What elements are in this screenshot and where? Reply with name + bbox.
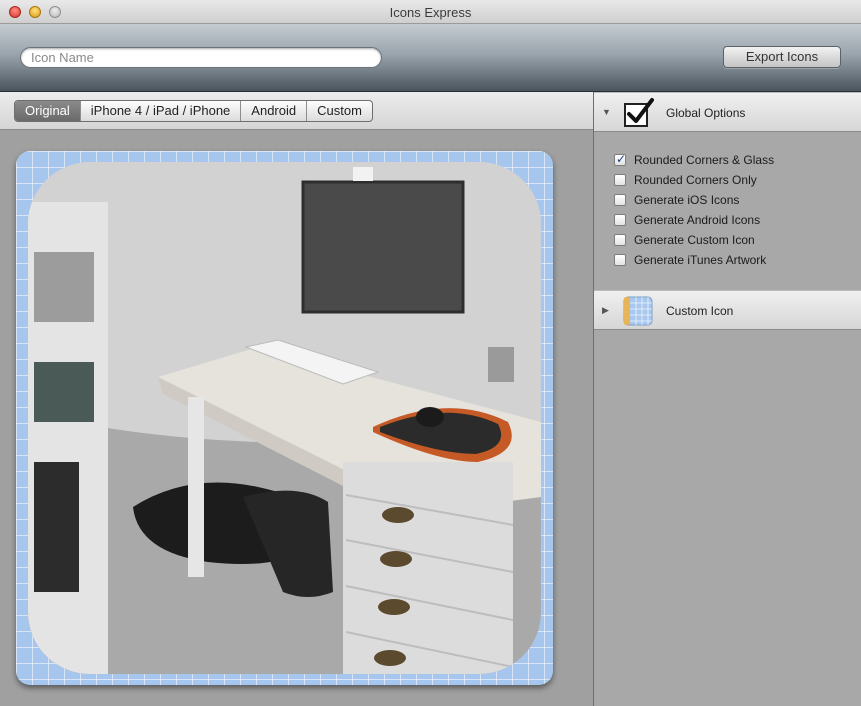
rounded-corners-glass-checkbox[interactable] <box>614 152 626 166</box>
options-pane: ▼ Global Options Rounded Corners & Glass… <box>594 92 861 706</box>
global-options-header[interactable]: ▼ Global Options <box>594 92 861 132</box>
option-label: Rounded Corners & Glass <box>634 153 775 167</box>
tab-original[interactable]: Original <box>15 101 81 121</box>
generate-android-icons-checkbox[interactable] <box>614 214 626 226</box>
generate-ios-icons-checkbox[interactable] <box>614 194 626 206</box>
size-segmented-control: Original iPhone 4 / iPad / iPhone Androi… <box>14 100 373 122</box>
toolbar: Export Icons <box>0 24 861 92</box>
option-generate-ios-icons[interactable]: Generate iOS Icons <box>594 190 861 210</box>
generate-itunes-artwork-checkbox[interactable] <box>614 254 626 266</box>
icon-preview-canvas[interactable] <box>16 151 553 685</box>
generate-custom-icon-checkbox[interactable] <box>614 234 626 246</box>
custom-icon-header[interactable]: ▶ Custom Icon <box>594 290 861 330</box>
tab-android[interactable]: Android <box>241 101 308 121</box>
tab-custom[interactable]: Custom <box>307 101 372 121</box>
option-label: Generate iOS Icons <box>634 193 740 207</box>
window-title: Icons Express <box>389 5 472 20</box>
option-rounded-corners-glass[interactable]: Rounded Corners & Glass <box>594 150 861 170</box>
option-label: Generate Custom Icon <box>634 233 755 247</box>
option-generate-custom-icon[interactable]: Generate Custom Icon <box>594 230 861 250</box>
preview-pane: Original iPhone 4 / iPad / iPhone Androi… <box>0 92 593 706</box>
option-generate-itunes-artwork[interactable]: Generate iTunes Artwork <box>594 250 861 270</box>
rounded-corners-only-checkbox[interactable] <box>614 174 626 186</box>
export-icons-button[interactable]: Export Icons <box>723 46 841 68</box>
icon-name-input[interactable] <box>20 47 382 68</box>
custom-icon-title: Custom Icon <box>666 304 734 318</box>
desk-photo-illustration <box>28 162 541 674</box>
disclosure-expanded-icon[interactable]: ▼ <box>602 107 612 117</box>
title-bar: Icons Express <box>0 0 861 24</box>
preview-header: Original iPhone 4 / iPad / iPhone Androi… <box>0 92 593 130</box>
icon-preview-image <box>28 162 541 674</box>
tab-iphone4-ipad-iphone[interactable]: iPhone 4 / iPad / iPhone <box>81 101 242 121</box>
global-options-list: Rounded Corners & Glass Rounded Corners … <box>594 150 861 270</box>
checkmark-icon <box>624 98 654 127</box>
global-options-title: Global Options <box>666 106 746 120</box>
disclosure-collapsed-icon[interactable]: ▶ <box>602 305 612 315</box>
option-label: Rounded Corners Only <box>634 173 757 187</box>
option-generate-android-icons[interactable]: Generate Android Icons <box>594 210 861 230</box>
grid-document-icon <box>623 296 653 326</box>
option-rounded-corners-only[interactable]: Rounded Corners Only <box>594 170 861 190</box>
option-label: Generate Android Icons <box>634 213 761 227</box>
option-label: Generate iTunes Artwork <box>634 253 767 267</box>
